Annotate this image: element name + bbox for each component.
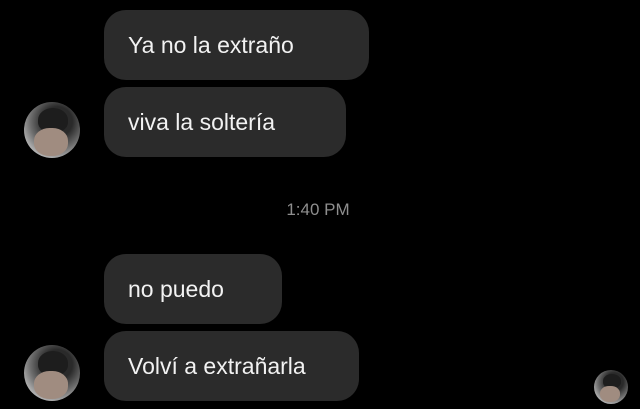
- timestamp-text: 1:40 PM: [286, 200, 350, 219]
- sender-avatar[interactable]: [24, 345, 80, 401]
- message-text: viva la soltería: [128, 108, 276, 135]
- sender-avatar[interactable]: [24, 102, 80, 158]
- seen-receipt-avatar: [594, 370, 628, 404]
- message-bubble[interactable]: no puedo: [104, 254, 282, 324]
- message-text: no puedo: [128, 275, 224, 302]
- message-text: Volví a extrañarla: [128, 352, 306, 379]
- message-text: Ya no la extraño: [128, 31, 294, 58]
- message-bubble[interactable]: Ya no la extraño: [104, 10, 369, 80]
- message-bubble[interactable]: Volví a extrañarla: [104, 331, 359, 401]
- message-bubble[interactable]: viva la soltería: [104, 87, 346, 157]
- message-timestamp: 1:40 PM: [0, 200, 640, 220]
